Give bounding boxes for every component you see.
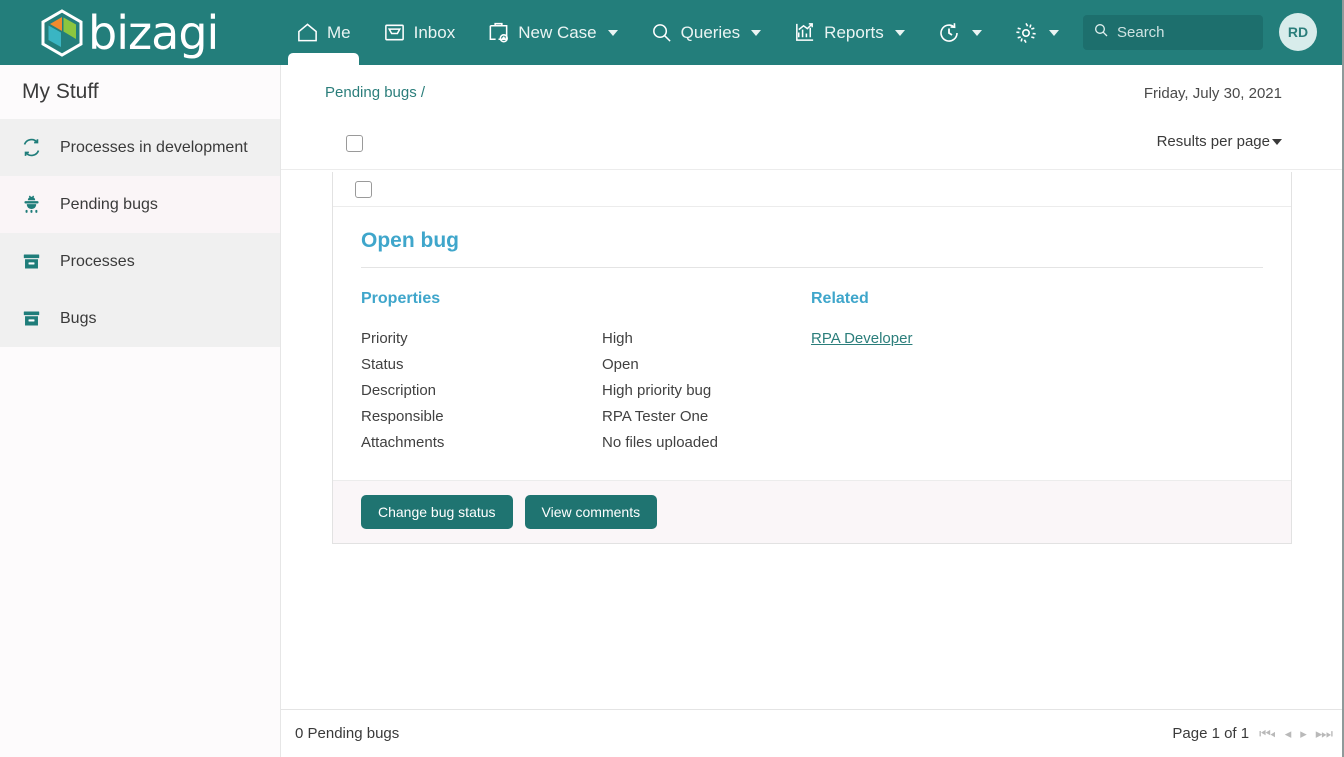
last-page-button[interactable]: ▸⏭ [1316, 726, 1333, 742]
results-per-page-label: Results per page [1156, 133, 1270, 150]
new-case-briefcase-plus-icon [487, 21, 510, 44]
search-icon [1093, 22, 1109, 43]
chevron-down-icon [751, 29, 762, 36]
home-icon [296, 21, 319, 44]
chevron-down-icon [894, 29, 905, 36]
results-per-page-dropdown[interactable]: Results per page [1157, 133, 1282, 150]
property-row: Attachments No files uploaded [361, 434, 811, 451]
nav-item-reports[interactable]: Reports [777, 0, 921, 65]
reports-bar-chart-icon [793, 21, 816, 44]
property-row: Description High priority bug [361, 382, 811, 399]
property-value: High priority bug [602, 382, 712, 399]
property-value: RPA Tester One [602, 408, 709, 425]
pane-footer: 0 Pending bugs Page 1 of 1 ⏮◂ ◂ ▸ ▸⏭ [281, 709, 1344, 757]
pane-header: Pending bugs / Friday, July 30, 2021 Res… [281, 65, 1344, 170]
sidebar: My Stuff Processes in development Pendin… [0, 65, 281, 757]
sidebar-title: My Stuff [22, 80, 99, 103]
related-section: Related RPA Developer [811, 290, 1263, 460]
archive-box-icon [18, 251, 44, 272]
bizagi-logo[interactable]: bizagi [0, 0, 280, 65]
card-columns: Properties Priority High Status Open Des… [361, 268, 1263, 460]
property-key: Status [361, 356, 404, 373]
sidebar-item-bugs[interactable]: Bugs [0, 290, 280, 347]
sidebar-item-label: Bugs [60, 309, 97, 327]
bug-icon [18, 194, 44, 215]
property-value: No files uploaded [602, 434, 718, 451]
nav-item-me[interactable]: Me [280, 0, 367, 65]
archive-box-icon [18, 308, 44, 329]
card-actions: Change bug status View comments [333, 480, 1291, 543]
search-magnifier-icon [650, 21, 673, 44]
property-value: Open [602, 356, 639, 373]
property-row: Status Open [361, 356, 811, 373]
bug-card: Open bug Properties Priority High Status… [332, 172, 1292, 544]
view-comments-button[interactable]: View comments [524, 495, 658, 529]
chevron-down-icon [1272, 138, 1282, 145]
prev-page-button[interactable]: ◂ [1285, 726, 1291, 742]
inbox-tray-icon [383, 21, 406, 44]
property-value: High [602, 330, 633, 347]
nav-item-reports-label: Reports [824, 22, 884, 42]
property-key: Responsible [361, 408, 444, 425]
nav-item-sync[interactable] [921, 0, 998, 65]
nav-item-queries[interactable]: Queries [634, 0, 778, 65]
sidebar-item-label: Pending bugs [60, 195, 158, 213]
row-select-checkbox[interactable] [355, 181, 372, 198]
property-row: Priority High [361, 330, 811, 347]
nav-item-settings[interactable] [998, 0, 1075, 65]
sync-refresh-icon [937, 21, 961, 45]
card-checkbox-row [333, 172, 1291, 207]
change-bug-status-button[interactable]: Change bug status [361, 495, 513, 529]
search-placeholder: Search [1117, 24, 1165, 41]
nav-items: Me Inbox New Case Queries Reports [280, 0, 1075, 65]
current-date: Friday, July 30, 2021 [1143, 85, 1282, 102]
nav-item-queries-label: Queries [680, 22, 741, 42]
first-page-button[interactable]: ⏮◂ [1259, 726, 1276, 742]
property-key: Priority [361, 330, 408, 347]
sidebar-item-processes-in-development[interactable]: Processes in development [0, 119, 280, 176]
chevron-down-icon [607, 29, 618, 36]
search-input[interactable]: Search [1083, 15, 1263, 50]
properties-section: Properties Priority High Status Open Des… [361, 290, 811, 460]
property-row: Responsible RPA Tester One [361, 408, 811, 425]
sidebar-item-label: Processes [60, 252, 135, 270]
nav-item-inbox[interactable]: Inbox [367, 0, 472, 65]
select-all-checkbox[interactable] [346, 135, 363, 152]
chevron-down-icon [971, 29, 982, 36]
record-count: 0 Pending bugs [295, 725, 400, 742]
main-content-pane: Pending bugs / Friday, July 30, 2021 Res… [281, 65, 1344, 757]
brand-name: bizagi [88, 5, 219, 60]
sidebar-item-label: Processes in development [60, 138, 248, 156]
active-tab-indicator [288, 53, 359, 65]
bizagi-hexagon-logo-icon [41, 8, 83, 57]
top-navigation-bar: bizagi Me Inbox New Case Queries Reports… [0, 0, 1344, 65]
page-indicator: Page 1 of 1 [1172, 725, 1250, 742]
nav-item-new-case-label: New Case [518, 22, 597, 42]
avatar[interactable]: RD [1279, 13, 1317, 51]
sync-icon [18, 137, 44, 158]
property-key: Attachments [361, 434, 445, 451]
avatar-initials: RD [1287, 24, 1309, 40]
sidebar-item-processes[interactable]: Processes [0, 233, 280, 290]
gear-settings-icon [1014, 21, 1038, 45]
nav-item-new-case[interactable]: New Case [471, 0, 633, 65]
chevron-down-icon [1048, 29, 1059, 36]
nav-item-me-label: Me [327, 22, 351, 42]
breadcrumb[interactable]: Pending bugs / [325, 84, 425, 101]
next-page-button[interactable]: ▸ [1300, 726, 1306, 742]
card-body: Open bug Properties Priority High Status… [333, 207, 1291, 460]
related-heading: Related [811, 290, 869, 307]
card-title: Open bug [361, 229, 1263, 268]
sidebar-item-pending-bugs[interactable]: Pending bugs [0, 176, 280, 233]
property-key: Description [361, 382, 437, 399]
nav-item-inbox-label: Inbox [413, 22, 456, 42]
related-link-rpa-developer[interactable]: RPA Developer [811, 330, 912, 347]
properties-heading: Properties [361, 290, 441, 307]
pagination: Page 1 of 1 ⏮◂ ◂ ▸ ▸⏭ [1172, 725, 1333, 742]
